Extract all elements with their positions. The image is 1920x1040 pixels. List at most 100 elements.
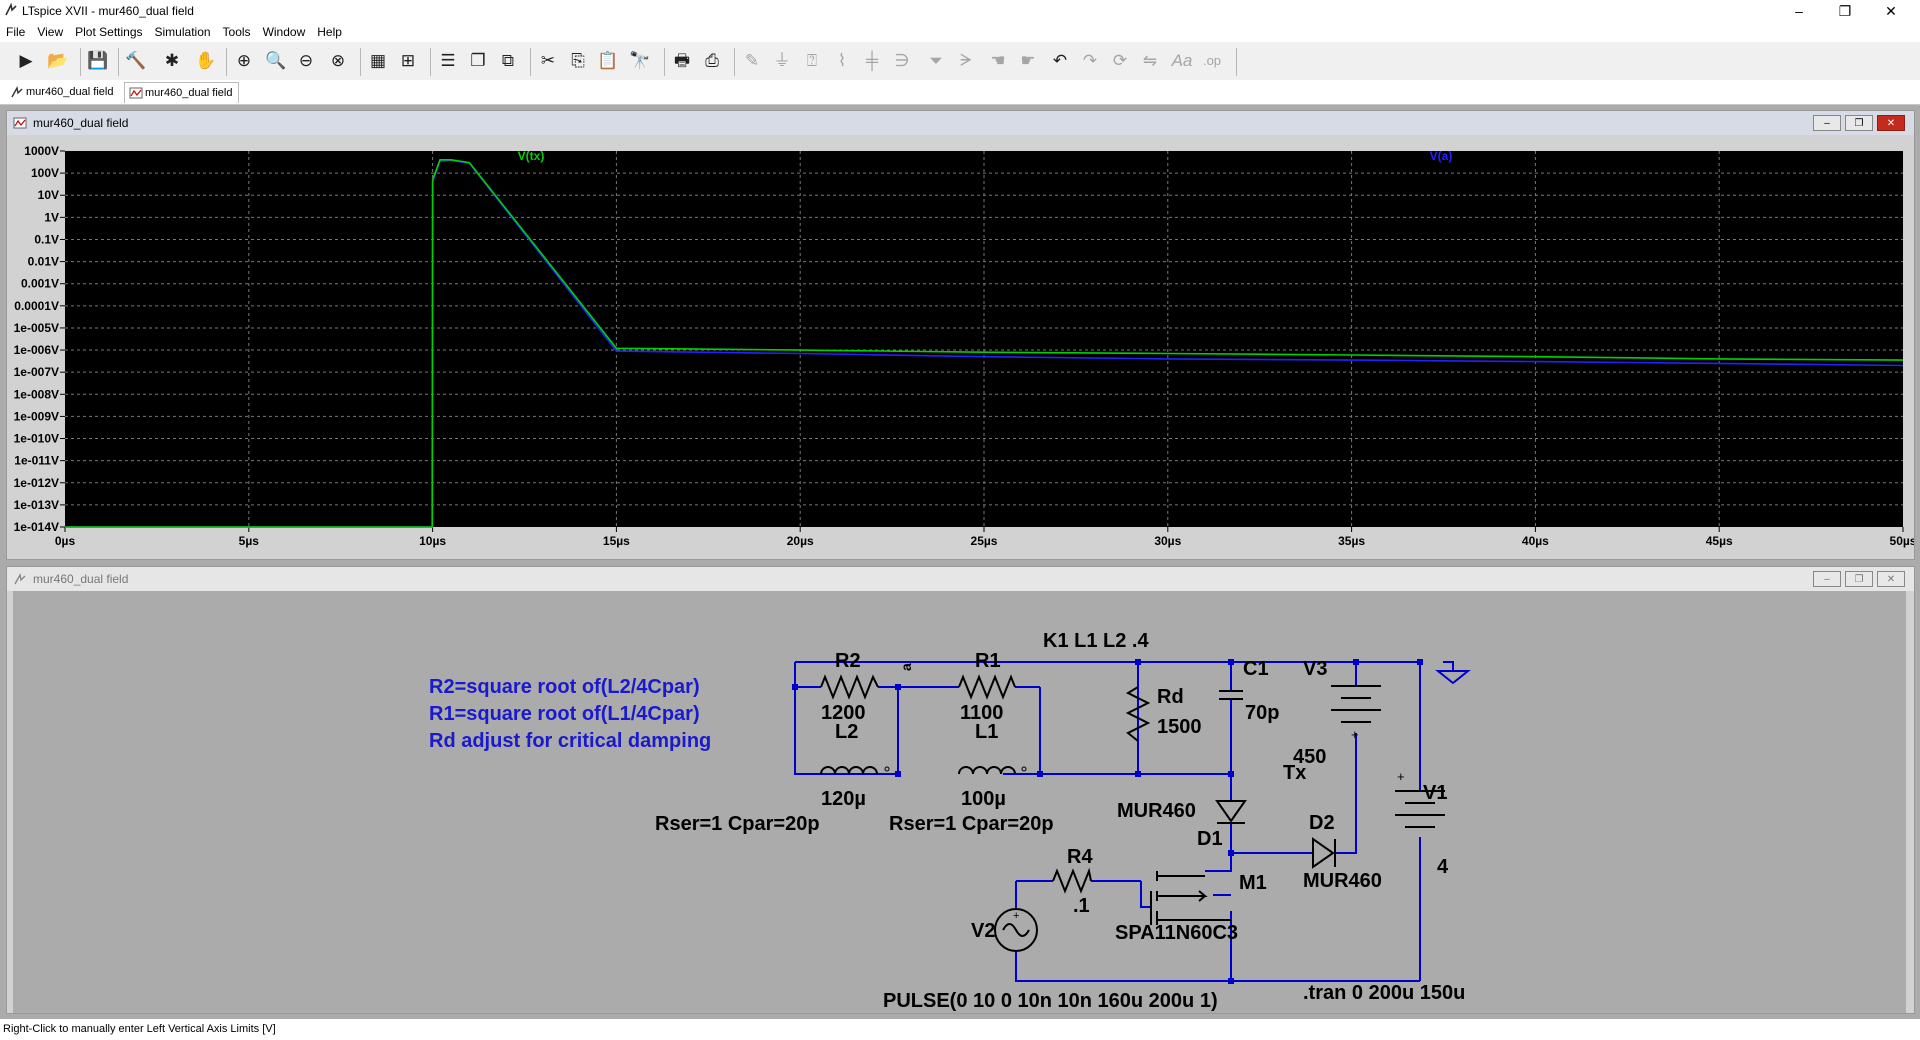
d2-name[interactable]: D2	[1309, 812, 1335, 834]
y-tick-label[interactable]: 1V	[44, 210, 59, 224]
halt-icon[interactable]: ✱	[160, 49, 184, 73]
menu-help[interactable]: Help	[311, 22, 348, 42]
y-tick-label[interactable]: 1e-006V	[14, 343, 59, 357]
menu-file[interactable]: File	[0, 22, 31, 42]
zoom-out-icon[interactable]: ⊖	[294, 49, 318, 73]
r2-name[interactable]: R2	[835, 650, 861, 672]
trace-label-va[interactable]: V(a)	[1430, 149, 1453, 163]
restore-button[interactable]: ❐	[1822, 0, 1868, 22]
tile-horizontal-icon[interactable]: ☰	[436, 49, 460, 73]
mark-icon[interactable]: ⊞	[396, 49, 420, 73]
directive-k[interactable]: K1 L1 L2 .4	[1043, 630, 1149, 652]
menu-tools[interactable]: Tools	[217, 22, 257, 42]
menu-plot-settings[interactable]: Plot Settings	[69, 22, 148, 42]
y-tick-label[interactable]: 1e-009V	[14, 409, 59, 423]
net-label-a[interactable]: a	[898, 663, 914, 671]
v1-name[interactable]: V1	[1423, 782, 1447, 804]
x-tick-label[interactable]: 50µs	[1890, 534, 1914, 548]
inductor-icon[interactable]: ∋	[890, 49, 914, 73]
net-label-tx[interactable]: Tx	[1283, 762, 1306, 784]
close-button[interactable]: ✕	[1868, 0, 1914, 22]
m1-name[interactable]: M1	[1239, 872, 1267, 894]
print-setup-icon[interactable]: ⎙	[700, 49, 724, 73]
m1-value[interactable]: SPA11N60C3	[1115, 922, 1238, 944]
x-tick-label[interactable]: 10µs	[419, 534, 446, 548]
d2-value[interactable]: MUR460	[1303, 870, 1382, 892]
find-icon[interactable]: 🔭	[628, 49, 652, 73]
y-tick-label[interactable]: 1e-010V	[14, 432, 59, 446]
menu-simulation[interactable]: Simulation	[149, 22, 217, 42]
pan-icon[interactable]: ✋	[194, 49, 218, 73]
l2-value[interactable]: 120µ	[821, 788, 866, 810]
note-r2[interactable]: R2=square root of(L2/4Cpar)	[429, 676, 700, 698]
copy-icon[interactable]: ⎘	[566, 49, 590, 73]
waveform-plot[interactable]: 1000V 100V 10V 1V 0.1V 0.01V 0.001V 0.0001V 1e-0…	[7, 135, 1914, 557]
r4-name[interactable]: R4	[1067, 846, 1093, 868]
y-tick-label[interactable]: 10V	[38, 188, 59, 202]
tab-waveform[interactable]: mur460_dual field	[124, 82, 240, 103]
y-tick-label[interactable]: 0.0001V	[14, 299, 59, 313]
diode-icon[interactable]: ⏷	[924, 49, 948, 73]
note-r1[interactable]: R1=square root of(L1/4Cpar)	[429, 703, 700, 725]
plot-restore-button[interactable]: ❐	[1845, 115, 1873, 131]
x-tick-label[interactable]: 5µs	[239, 534, 260, 548]
l1-value[interactable]: 100µ	[961, 788, 1006, 810]
zoom-fit-icon[interactable]: ⊗	[326, 49, 350, 73]
drag-icon[interactable]: ☛	[1016, 49, 1040, 73]
y-tick-label[interactable]: 100V	[31, 166, 59, 180]
y-tick-label[interactable]: 1e-013V	[14, 498, 59, 512]
v2-value[interactable]: PULSE(0 10 0 10n 10n 160u 200u 1)	[883, 990, 1218, 1012]
rotate-icon[interactable]: ⟳	[1108, 49, 1132, 73]
rd-value[interactable]: 1500	[1157, 716, 1202, 738]
y-tick-label[interactable]: 1e-011V	[14, 454, 59, 468]
l2-name[interactable]: L2	[835, 721, 858, 743]
redo-icon[interactable]: ↷	[1078, 49, 1102, 73]
v2-name[interactable]: V2	[971, 920, 995, 942]
rd-name[interactable]: Rd	[1157, 686, 1184, 708]
autorange-icon[interactable]: ▦	[366, 49, 390, 73]
schematic-close-button[interactable]: ✕	[1877, 571, 1905, 587]
schematic-minimize-button[interactable]: –	[1813, 571, 1841, 587]
tab-schematic[interactable]: mur460_dual field	[6, 82, 119, 102]
y-tick-label[interactable]: 1000V	[24, 144, 59, 158]
trace-label-vtx[interactable]: V(tx)	[518, 149, 545, 163]
r4-value[interactable]: .1	[1073, 895, 1090, 917]
y-tick-label[interactable]: 1e-007V	[14, 365, 59, 379]
note-rd[interactable]: Rd adjust for critical damping	[429, 730, 711, 752]
y-tick-label[interactable]: 1e-008V	[14, 387, 59, 401]
x-tick-label[interactable]: 45µs	[1706, 534, 1733, 548]
y-tick-label[interactable]: 1e-012V	[14, 476, 59, 490]
schematic-restore-button[interactable]: ❐	[1845, 571, 1873, 587]
capacitor-icon[interactable]: ╪	[860, 49, 884, 73]
wire-icon[interactable]: ✎	[740, 49, 764, 73]
minimize-button[interactable]: –	[1776, 0, 1822, 22]
y-tick-label[interactable]: 1e-005V	[14, 321, 59, 335]
tile-vertical-icon[interactable]: ⧉	[496, 49, 520, 73]
open-icon[interactable]: 📂	[46, 49, 70, 73]
component-icon[interactable]: ᗒ	[954, 49, 978, 73]
y-tick-label[interactable]: 1e-014V	[14, 520, 59, 534]
x-tick-label[interactable]: 40µs	[1522, 534, 1549, 548]
resistor-icon[interactable]: ⌇	[830, 49, 854, 73]
undo-icon[interactable]: ↶	[1048, 49, 1072, 73]
y-tick-label[interactable]: 0.01V	[28, 255, 59, 269]
v1-value[interactable]: 4	[1437, 856, 1449, 878]
tran-directive[interactable]: .tran 0 200u 150u	[1303, 982, 1465, 1004]
x-tick-label[interactable]: 0µs	[55, 534, 76, 548]
zoom-area-icon[interactable]: 🔍	[264, 49, 288, 73]
x-tick-label[interactable]: 25µs	[971, 534, 998, 548]
l2-params[interactable]: Rser=1 Cpar=20p	[655, 813, 820, 835]
r1-name[interactable]: R1	[975, 650, 1001, 672]
spice-directive-icon[interactable]: .op	[1200, 49, 1224, 73]
d1-name[interactable]: D1	[1197, 828, 1223, 850]
plot-close-button[interactable]: ✕	[1877, 115, 1905, 131]
cut-icon[interactable]: ✂	[536, 49, 560, 73]
move-icon[interactable]: ☚	[986, 49, 1010, 73]
save-icon[interactable]: 💾	[86, 49, 110, 73]
control-panel-icon[interactable]: 🔨	[124, 49, 148, 73]
l1-params[interactable]: Rser=1 Cpar=20p	[889, 813, 1054, 835]
c1-name[interactable]: C1	[1243, 658, 1269, 680]
run-icon[interactable]: ▶	[14, 49, 38, 73]
l1-name[interactable]: L1	[975, 721, 998, 743]
menu-window[interactable]: Window	[257, 22, 312, 42]
